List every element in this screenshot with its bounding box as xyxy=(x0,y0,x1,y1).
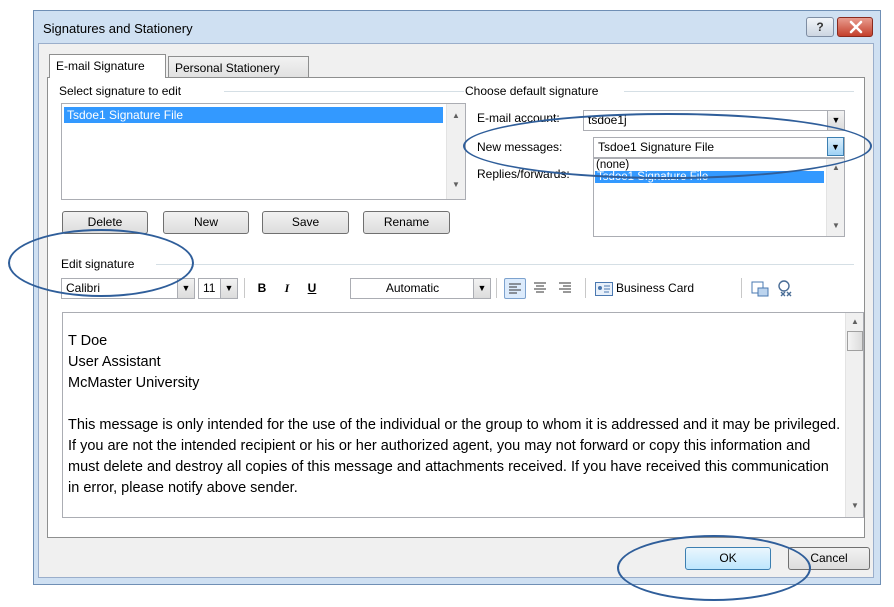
new-button[interactable]: New xyxy=(163,211,249,234)
edit-signature-heading: Edit signature xyxy=(61,257,135,271)
signature-line: T Doe xyxy=(68,333,108,349)
tab-personal-stationery-label: Personal Stationery xyxy=(175,61,280,75)
close-button[interactable] xyxy=(837,17,873,37)
toolbar-separator xyxy=(496,278,497,298)
chevron-down-icon[interactable]: ▼ xyxy=(827,111,844,130)
insert-picture-button[interactable] xyxy=(750,279,770,299)
chevron-down-icon[interactable]: ▼ xyxy=(220,279,237,298)
business-card-label: Business Card xyxy=(616,281,695,295)
group-divider xyxy=(224,91,464,92)
align-center-icon xyxy=(534,282,546,293)
font-color-select[interactable]: Automatic ▼ xyxy=(350,278,491,299)
close-icon xyxy=(849,20,863,34)
signature-disclaimer: This message is only intended for the us… xyxy=(68,417,841,496)
select-signature-heading: Select signature to edit xyxy=(59,84,182,98)
dropdown-option[interactable]: (none) xyxy=(596,159,629,171)
new-messages-value: Tsdoe1 Signature File xyxy=(598,140,715,154)
rename-button[interactable]: Rename xyxy=(363,211,450,234)
insert-picture-icon xyxy=(751,281,769,297)
scroll-down-icon[interactable]: ▼ xyxy=(448,180,464,189)
italic-button[interactable]: I xyxy=(278,278,296,298)
align-right-icon xyxy=(559,282,571,293)
new-messages-label: New messages: xyxy=(477,140,563,154)
help-button[interactable]: ? xyxy=(806,17,834,37)
email-account-label: E-mail account: xyxy=(477,111,560,125)
bold-button[interactable]: B xyxy=(253,278,271,298)
tab-email-signature[interactable]: E-mail Signature xyxy=(49,54,166,78)
chevron-down-icon[interactable]: ▼ xyxy=(473,279,490,298)
title-bar: Signatures and Stationery ? xyxy=(34,11,880,43)
scroll-up-icon[interactable]: ▲ xyxy=(847,317,863,326)
chevron-down-icon[interactable]: ▼ xyxy=(827,137,844,156)
chevron-down-icon[interactable]: ▼ xyxy=(177,279,194,298)
group-divider xyxy=(156,264,854,265)
ok-button[interactable]: OK xyxy=(685,547,771,570)
font-select[interactable]: Calibri ▼ xyxy=(61,278,195,299)
font-color-value: Automatic xyxy=(385,281,440,295)
toolbar-separator xyxy=(741,278,742,298)
scroll-down-icon[interactable]: ▼ xyxy=(847,501,863,510)
font-size-select[interactable]: 11 ▼ xyxy=(198,278,238,299)
editor-scrollbar[interactable]: ▲ ▼ xyxy=(845,313,863,517)
hyperlink-button[interactable] xyxy=(776,279,796,299)
dropdown-option-selected[interactable]: Tsdoe1 Signature File xyxy=(595,171,824,183)
email-account-select[interactable]: tsdoe1j ▼ xyxy=(583,110,845,131)
signature-list-item[interactable]: Tsdoe1 Signature File xyxy=(64,107,443,123)
cancel-button[interactable]: Cancel xyxy=(788,547,870,570)
hyperlink-icon xyxy=(778,280,792,297)
signature-editor[interactable]: T Doe User Assistant McMaster University… xyxy=(62,312,864,518)
email-account-value: tsdoe1j xyxy=(588,113,627,127)
font-size-value: 11 xyxy=(203,281,216,295)
replies-dropdown-list[interactable]: (none) Tsdoe1 Signature File ▲ ▼ xyxy=(593,158,845,237)
default-signature-heading: Choose default signature xyxy=(465,84,599,98)
replies-forwards-label: Replies/forwards: xyxy=(477,167,570,181)
scroll-up-icon[interactable]: ▲ xyxy=(448,111,464,120)
new-messages-select[interactable]: Tsdoe1 Signature File ▼ xyxy=(593,137,845,158)
font-value: Calibri xyxy=(66,281,101,295)
window-title: Signatures and Stationery xyxy=(43,21,193,36)
business-card-button[interactable]: Business Card xyxy=(593,278,735,299)
align-right-button[interactable] xyxy=(555,278,577,299)
scroll-up-icon[interactable]: ▲ xyxy=(828,163,844,172)
scroll-thumb[interactable] xyxy=(847,331,863,351)
signature-line: User Assistant xyxy=(68,354,161,370)
align-center-button[interactable] xyxy=(530,278,552,299)
align-left-button[interactable] xyxy=(504,278,526,299)
scroll-down-icon[interactable]: ▼ xyxy=(828,221,844,230)
toolbar-separator xyxy=(244,278,245,298)
dropdown-scrollbar[interactable]: ▲ ▼ xyxy=(826,159,844,236)
signature-list[interactable]: Tsdoe1 Signature File ▲ ▼ xyxy=(61,103,466,200)
signature-body[interactable]: T Doe User Assistant McMaster University… xyxy=(68,331,842,499)
tab-email-signature-label: E-mail Signature xyxy=(56,59,145,73)
group-divider xyxy=(624,91,854,92)
underline-button[interactable]: U xyxy=(303,278,321,298)
save-button[interactable]: Save xyxy=(262,211,349,234)
align-left-icon xyxy=(509,283,521,294)
business-card-icon xyxy=(595,282,613,296)
signature-list-scrollbar[interactable]: ▲ ▼ xyxy=(446,104,465,199)
tab-personal-stationery[interactable]: Personal Stationery xyxy=(168,56,309,78)
signature-line: McMaster University xyxy=(68,375,200,391)
toolbar-separator xyxy=(585,278,586,298)
delete-button[interactable]: Delete xyxy=(62,211,148,234)
